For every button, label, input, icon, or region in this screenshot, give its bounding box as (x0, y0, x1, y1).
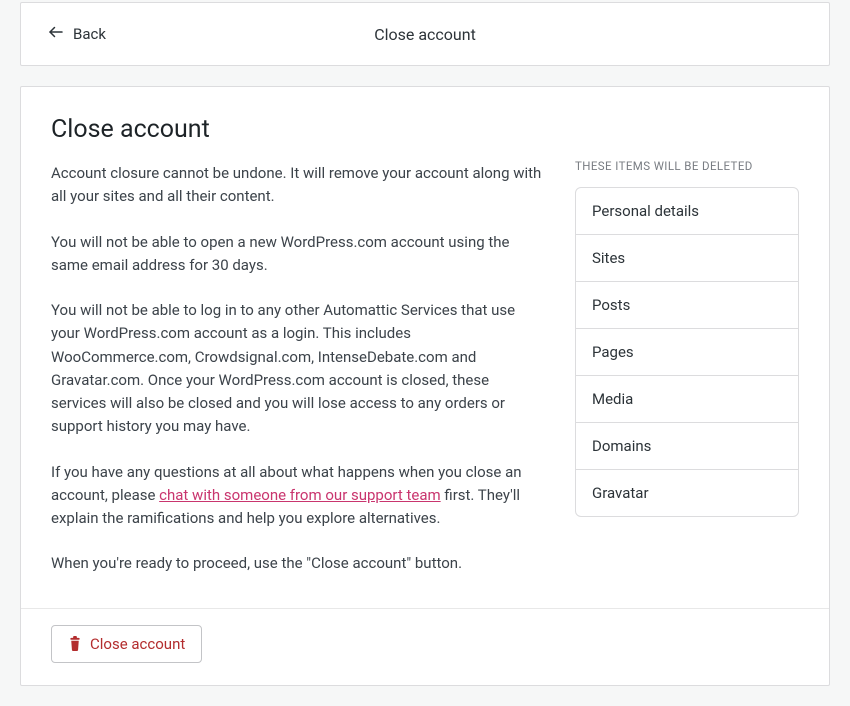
deleted-item: Gravatar (576, 470, 798, 516)
paragraph-1: Account closure cannot be undone. It wil… (51, 162, 547, 209)
deleted-item: Pages (576, 329, 798, 376)
back-arrow-icon (47, 23, 65, 45)
deleted-item: Sites (576, 235, 798, 282)
paragraph-5: When you're ready to proceed, use the "C… (51, 552, 547, 575)
close-account-card: Close account Account closure cannot be … (20, 86, 830, 686)
card-footer: Close account (21, 608, 829, 685)
content-column: Close account Account closure cannot be … (51, 115, 547, 598)
deleted-item: Media (576, 376, 798, 423)
header-bar: Back Close account (20, 2, 830, 66)
paragraph-4: If you have any questions at all about w… (51, 461, 547, 531)
back-label: Back (73, 25, 106, 43)
deleted-heading: THESE ITEMS WILL BE DELETED (575, 159, 799, 173)
page-title: Close account (51, 115, 547, 144)
deleted-sidebar: THESE ITEMS WILL BE DELETED Personal det… (575, 115, 799, 598)
paragraph-2: You will not be able to open a new WordP… (51, 231, 547, 278)
close-account-button[interactable]: Close account (51, 625, 202, 663)
deleted-list: Personal details Sites Posts Pages Media… (575, 187, 799, 517)
back-button[interactable]: Back (21, 23, 132, 45)
support-chat-link[interactable]: chat with someone from our support team (159, 486, 441, 504)
paragraph-3: You will not be able to log in to any ot… (51, 299, 547, 439)
deleted-item: Posts (576, 282, 798, 329)
trash-icon (68, 636, 82, 651)
deleted-item: Personal details (576, 188, 798, 235)
deleted-item: Domains (576, 423, 798, 470)
body-text: Account closure cannot be undone. It wil… (51, 162, 547, 576)
header-title: Close account (374, 25, 476, 44)
close-account-button-label: Close account (90, 635, 185, 653)
